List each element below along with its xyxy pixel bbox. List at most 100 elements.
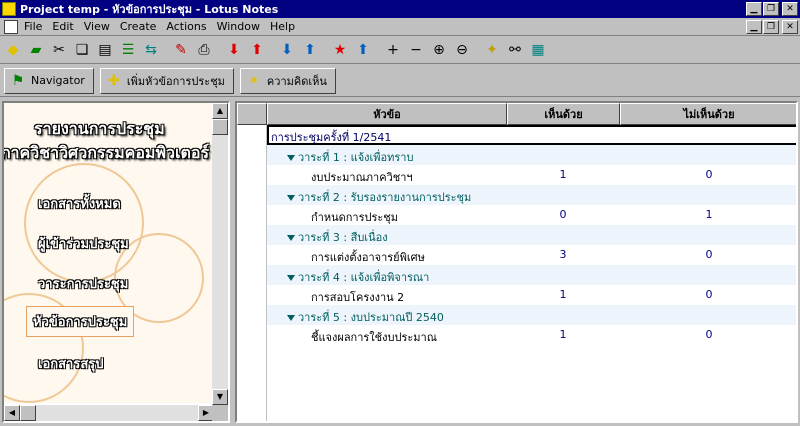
menu-actions[interactable]: Actions: [166, 20, 206, 33]
agree-cell: 1: [559, 288, 567, 301]
category-label: วาระที่ 5 : งบประมาณปี 2540: [298, 311, 444, 324]
topic-cell: ชี้แจงผลการใช้งบประมาณ: [311, 331, 437, 344]
grid-view-icon[interactable]: ▦: [527, 39, 549, 61]
category-row[interactable]: วาระที่ 3 : สืบเนื่อง: [267, 225, 796, 245]
twistie-expanded-icon[interactable]: [287, 275, 295, 281]
nav-vertical-scrollbar[interactable]: ▲ ▼: [212, 103, 228, 405]
category-row[interactable]: วาระที่ 1 : แจ้งเพื่อทราบ: [267, 145, 796, 165]
arrow-down-red-icon[interactable]: ⬇: [223, 39, 245, 61]
agree-cell: 1: [559, 168, 567, 181]
disagree-cell: 0: [705, 328, 713, 341]
scissors-icon[interactable]: ✂: [48, 39, 70, 61]
comment-label: ความคิดเห็น: [266, 74, 327, 88]
doc-close-button[interactable]: ✕: [782, 19, 798, 34]
action-bar: ⚑ Navigator ✚ เพิ่มหัวข้อการประชุม ✶ ควา…: [0, 65, 800, 97]
nav-title-department: ภาควิชาวิศวกรรมคอมพิวเตอร์: [4, 143, 210, 162]
doc-restore-button[interactable]: ❐: [763, 19, 779, 34]
topic-cell: งบประมาณภาควิชาฯ: [311, 171, 413, 184]
scroll-thumb[interactable]: [212, 119, 228, 135]
selection-margin[interactable]: [237, 125, 267, 421]
view-rows: การประชุมครั้งที่ 1/2541 วาระที่ 1 : แจ้…: [267, 125, 796, 345]
navigator-button[interactable]: ⚑ Navigator: [4, 67, 94, 94]
category-label: วาระที่ 1 : แจ้งเพื่อทราบ: [298, 151, 414, 164]
link-icon[interactable]: ⇆: [140, 39, 162, 61]
category-row-meeting[interactable]: การประชุมครั้งที่ 1/2541: [267, 125, 796, 145]
lotus-notes-app-icon[interactable]: [2, 2, 16, 16]
flashlight-icon[interactable]: ✦: [481, 39, 503, 61]
sort-icon[interactable]: ☰: [117, 39, 139, 61]
menu-view[interactable]: View: [84, 20, 110, 33]
doc-minimize-button[interactable]: ▁: [746, 19, 762, 34]
title-bar: Project temp - หัวข้อการประชุม - Lotus N…: [0, 0, 800, 18]
scroll-down-arrow-icon[interactable]: ▼: [212, 389, 228, 405]
scroll-up-arrow-icon[interactable]: ▲: [212, 103, 228, 119]
copy-doc-icon[interactable]: ❏: [71, 39, 93, 61]
menu-help[interactable]: Help: [270, 20, 295, 33]
category-label: วาระที่ 3 : สืบเนื่อง: [298, 231, 388, 244]
star-down-icon[interactable]: ★: [329, 39, 351, 61]
pen-icon[interactable]: ✎: [170, 39, 192, 61]
arrow-up-red-icon[interactable]: ⬆: [246, 39, 268, 61]
document-row[interactable]: การแต่งตั้งอาจารย์พิเศษ 3 0: [267, 245, 796, 265]
scroll-left-arrow-icon[interactable]: ◀: [4, 405, 20, 421]
menu-file[interactable]: File: [24, 20, 42, 33]
category-row[interactable]: วาระที่ 5 : งบประมาณปี 2540: [267, 305, 796, 325]
navigator-canvas: รายงานการประชุม ภาควิชาวิศวกรรมคอมพิวเตอ…: [4, 103, 214, 403]
new-document-icon: ✚: [107, 72, 120, 89]
nav-horizontal-scrollbar[interactable]: ◀ ▶: [4, 405, 214, 421]
arrow-up-blue-icon[interactable]: ⬆: [299, 39, 321, 61]
twistie-expanded-icon[interactable]: [287, 315, 295, 321]
topic-cell: กำหนดการประชุม: [311, 211, 399, 224]
add-topic-label: เพิ่มหัวข้อการประชุม: [126, 74, 225, 88]
category-label: วาระที่ 4 : แจ้งเพื่อพิจารณา: [298, 271, 430, 284]
arrow-down-blue-icon[interactable]: ⬇: [276, 39, 298, 61]
scroll-thumb[interactable]: [20, 405, 36, 421]
collapse-minus-icon[interactable]: −: [405, 39, 427, 61]
expand-all-icon[interactable]: ⊕: [428, 39, 450, 61]
nav-link-agenda[interactable]: วาระการประชุม: [38, 273, 128, 294]
document-row[interactable]: การสอบโครงงาน 2 1 0: [267, 285, 796, 305]
column-header-agree[interactable]: เห็นด้วย: [507, 103, 620, 125]
disagree-cell: 0: [705, 168, 713, 181]
add-topic-button[interactable]: ✚ เพิ่มหัวข้อการประชุม: [99, 67, 234, 94]
document-row[interactable]: ชี้แจงผลการใช้งบประมาณ 1 0: [267, 325, 796, 345]
disagree-cell: 0: [705, 248, 713, 261]
navigator-diamond-icon[interactable]: ◆: [2, 39, 24, 61]
column-header-topic[interactable]: หัวข้อ: [267, 103, 507, 125]
nav-link-all-documents[interactable]: เอกสารทั้งหมด: [38, 193, 121, 214]
disagree-cell: 0: [705, 288, 713, 301]
twistie-expanded-icon[interactable]: [287, 195, 295, 201]
view-pane: หัวข้อ เห็นด้วย ไม่เห็นด้วย การประชุมครั…: [235, 101, 798, 423]
document-row[interactable]: งบประมาณภาควิชาฯ 1 0: [267, 165, 796, 185]
category-row[interactable]: วาระที่ 4 : แจ้งเพื่อพิจารณา: [267, 265, 796, 285]
document-row[interactable]: กำหนดการประชุม 0 1: [267, 205, 796, 225]
comment-button[interactable]: ✶ ความคิดเห็น: [239, 67, 336, 94]
menu-create[interactable]: Create: [120, 20, 157, 33]
collapse-all-icon[interactable]: ⊖: [451, 39, 473, 61]
column-header-disagree[interactable]: ไม่เห็นด้วย: [620, 103, 796, 125]
nav-link-meeting-topics[interactable]: หัวข้อการประชุม: [26, 306, 135, 337]
expand-plus-icon[interactable]: +: [382, 39, 404, 61]
agree-cell: 3: [559, 248, 567, 261]
category-row[interactable]: วาระที่ 2 : รับรองรายงานการประชุม: [267, 185, 796, 205]
search-binoculars-icon[interactable]: ⚯: [504, 39, 526, 61]
category-label: การประชุมครั้งที่ 1/2541: [271, 131, 392, 144]
paste-doc-icon[interactable]: ▤: [94, 39, 116, 61]
minimize-button[interactable]: ▁: [746, 2, 762, 16]
twistie-expanded-icon[interactable]: [287, 155, 295, 161]
restore-button[interactable]: ❐: [763, 2, 779, 16]
navigator-pane: รายงานการประชุม ภาควิชาวิศวกรรมคอมพิวเตอ…: [2, 101, 230, 423]
nav-title-meeting-report: รายงานการประชุม: [34, 119, 165, 138]
disagree-cell: 1: [705, 208, 713, 221]
close-button[interactable]: ✕: [782, 2, 798, 16]
twistie-expanded-icon[interactable]: [287, 235, 295, 241]
print-icon[interactable]: ⎙: [193, 39, 215, 61]
nav-link-summary[interactable]: เอกสารสรุป: [38, 353, 104, 374]
menu-bar: File Edit View Create Actions Window Hel…: [0, 18, 800, 36]
menu-edit[interactable]: Edit: [52, 20, 73, 33]
nav-link-attendees[interactable]: ผู้เข้าร่วมประชุม: [38, 233, 129, 254]
star-up-icon[interactable]: ⬆: [352, 39, 374, 61]
open-book-icon[interactable]: ▰: [25, 39, 47, 61]
document-control-icon[interactable]: [4, 19, 18, 34]
menu-window[interactable]: Window: [217, 20, 260, 33]
